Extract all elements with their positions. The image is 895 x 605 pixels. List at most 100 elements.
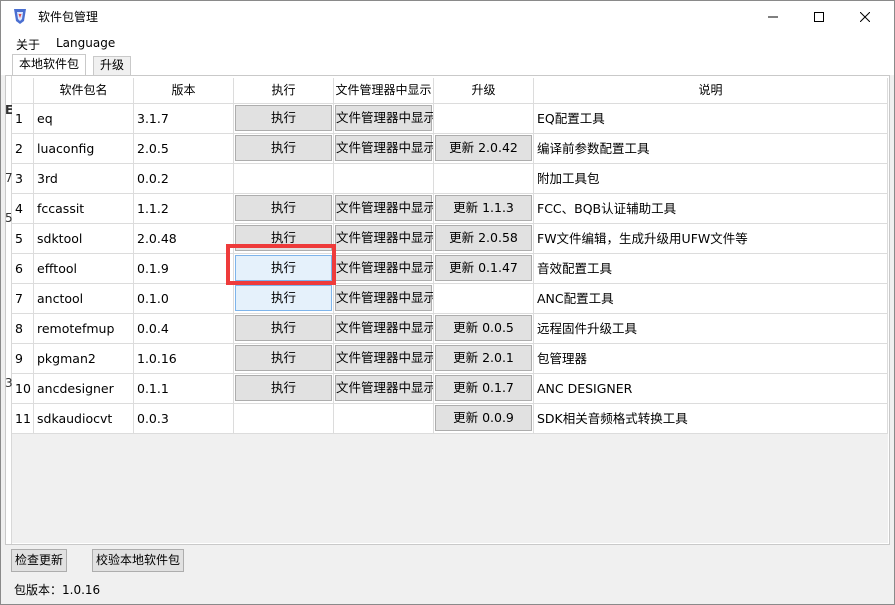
table-cell-upgrade bbox=[434, 164, 534, 194]
row-number: 2 bbox=[12, 134, 34, 164]
table-cell-description: 音效配置工具 bbox=[534, 254, 888, 284]
table-cell-description: SDK相关音频格式转换工具 bbox=[534, 404, 888, 434]
close-button[interactable] bbox=[842, 1, 888, 32]
maximize-button[interactable] bbox=[796, 1, 842, 32]
explorer-button[interactable]: 文件管理器中显示 bbox=[335, 195, 433, 221]
packages-table: 软件包名 版本 执行 文件管理器中显示 升级 说明 1 eq 3.1.7 执行 文件管理器中显示 EQ… bbox=[12, 78, 888, 543]
table-cell-upgrade: 更新 2.0.42 bbox=[434, 134, 534, 164]
table-cell-version: 0.0.4 bbox=[134, 314, 234, 344]
exec-button[interactable]: 执行 bbox=[235, 105, 332, 131]
title-bar: 软件包管理 bbox=[1, 1, 894, 32]
table-cell-name: ancdesigner bbox=[34, 374, 134, 404]
explorer-button[interactable]: 文件管理器中显示 bbox=[335, 105, 433, 131]
exec-button[interactable]: 执行 bbox=[235, 135, 332, 161]
upgrade-button[interactable]: 更新 2.0.42 bbox=[435, 135, 532, 161]
upgrade-button[interactable]: 更新 0.1.7 bbox=[435, 375, 532, 401]
table-header-corner bbox=[12, 78, 34, 104]
menu-bar: 关于 Language bbox=[1, 32, 894, 54]
explorer-button[interactable]: 文件管理器中显示 bbox=[335, 315, 433, 341]
table-cell-version: 0.1.0 bbox=[134, 284, 234, 314]
table-cell-exec: 执行 bbox=[234, 284, 334, 314]
table-cell-explorer: 文件管理器中显示 bbox=[334, 344, 434, 374]
table-cell-upgrade: 更新 0.0.5 bbox=[434, 314, 534, 344]
row-number: 7 bbox=[12, 284, 34, 314]
table-cell-version: 3.1.7 bbox=[134, 104, 234, 134]
table-cell-upgrade: 更新 0.0.9 bbox=[434, 404, 534, 434]
column-header-upgrade[interactable]: 升级 bbox=[434, 78, 534, 104]
table-cell-description: EQ配置工具 bbox=[534, 104, 888, 134]
row-number: 5 bbox=[12, 224, 34, 254]
minimize-icon bbox=[768, 16, 778, 17]
row-number: 8 bbox=[12, 314, 34, 344]
explorer-button[interactable]: 文件管理器中显示 bbox=[335, 285, 433, 311]
table-cell-upgrade: 更新 0.1.7 bbox=[434, 374, 534, 404]
column-header-exec[interactable]: 执行 bbox=[234, 78, 334, 104]
verify-local-button[interactable]: 校验本地软件包 bbox=[92, 549, 185, 572]
table-cell-upgrade: 更新 0.1.47 bbox=[434, 254, 534, 284]
upgrade-button[interactable]: 更新 1.1.3 bbox=[435, 195, 532, 221]
table-cell-name: sdkaudiocvt bbox=[34, 404, 134, 434]
window-title: 软件包管理 bbox=[38, 10, 99, 24]
table-cell-name: luaconfig bbox=[34, 134, 134, 164]
tab-upgrade[interactable]: 升级 bbox=[93, 56, 132, 75]
table-cell-version: 0.0.2 bbox=[134, 164, 234, 194]
table-cell-name: fccassit bbox=[34, 194, 134, 224]
app-logo-icon bbox=[11, 7, 29, 25]
table-cell-version: 2.0.5 bbox=[134, 134, 234, 164]
upgrade-button[interactable]: 更新 2.0.58 bbox=[435, 225, 532, 251]
table-cell-exec bbox=[234, 164, 334, 194]
menu-about[interactable]: 关于 bbox=[16, 36, 40, 53]
column-header-description[interactable]: 说明 bbox=[534, 78, 888, 104]
column-header-explorer[interactable]: 文件管理器中显示 bbox=[334, 78, 434, 104]
table-cell-description: 包管理器 bbox=[534, 344, 888, 374]
check-update-button[interactable]: 检查更新 bbox=[11, 549, 68, 572]
table-cell-upgrade: 更新 1.1.3 bbox=[434, 194, 534, 224]
table-cell-name: remotefmup bbox=[34, 314, 134, 344]
table-cell-explorer: 文件管理器中显示 bbox=[334, 104, 434, 134]
table-cell-upgrade: 更新 2.0.1 bbox=[434, 344, 534, 374]
table-cell-explorer: 文件管理器中显示 bbox=[334, 194, 434, 224]
table-cell-version: 1.1.2 bbox=[134, 194, 234, 224]
table-cell-explorer bbox=[334, 164, 434, 194]
upgrade-button[interactable]: 更新 0.0.9 bbox=[435, 405, 532, 431]
table-cell-upgrade bbox=[434, 104, 534, 134]
row-number: 6 bbox=[12, 254, 34, 284]
explorer-button[interactable]: 文件管理器中显示 bbox=[335, 345, 433, 371]
table-cell-description: ANC配置工具 bbox=[534, 284, 888, 314]
explorer-button[interactable]: 文件管理器中显示 bbox=[335, 255, 433, 281]
exec-button[interactable]: 执行 bbox=[235, 285, 332, 311]
row-number: 9 bbox=[12, 344, 34, 374]
table-cell-upgrade: 更新 2.0.58 bbox=[434, 224, 534, 254]
tab-panel: E 7 5 3 软件包名 版本 执行 文件管理器中显示 升级 说明 1 eq 3.1.7 执行 文件… bbox=[5, 75, 890, 545]
menu-language[interactable]: Language bbox=[56, 36, 115, 50]
table-cell-name: efftool bbox=[34, 254, 134, 284]
column-header-version[interactable]: 版本 bbox=[134, 78, 234, 104]
column-header-name[interactable]: 软件包名 bbox=[34, 78, 134, 104]
highlight-box bbox=[226, 244, 336, 285]
upgrade-button[interactable]: 更新 0.1.47 bbox=[435, 255, 532, 281]
table-cell-exec: 执行 bbox=[234, 194, 334, 224]
upgrade-button[interactable]: 更新 0.0.5 bbox=[435, 315, 532, 341]
exec-button[interactable]: 执行 bbox=[235, 315, 332, 341]
table-cell-description: FW文件编辑，生成升级用UFW文件等 bbox=[534, 224, 888, 254]
table-cell-explorer: 文件管理器中显示 bbox=[334, 254, 434, 284]
exec-button[interactable]: 执行 bbox=[235, 345, 332, 371]
exec-button[interactable]: 执行 bbox=[235, 375, 332, 401]
app-window: 软件包管理 关于 Language 本地软件包 升级 E 7 5 3 软件包名版… bbox=[0, 0, 895, 605]
table-cell-explorer: 文件管理器中显示 bbox=[334, 314, 434, 344]
explorer-button[interactable]: 文件管理器中显示 bbox=[335, 135, 433, 161]
explorer-button[interactable]: 文件管理器中显示 bbox=[335, 375, 433, 401]
table-cell-explorer: 文件管理器中显示 bbox=[334, 224, 434, 254]
table-cell-description: ANC DESIGNER bbox=[534, 374, 888, 404]
upgrade-button[interactable]: 更新 2.0.1 bbox=[435, 345, 532, 371]
table-cell-version: 1.0.16 bbox=[134, 344, 234, 374]
exec-button[interactable]: 执行 bbox=[235, 195, 332, 221]
explorer-button[interactable]: 文件管理器中显示 bbox=[335, 225, 433, 251]
minimize-button[interactable] bbox=[750, 1, 796, 32]
table-cell-exec: 执行 bbox=[234, 314, 334, 344]
maximize-icon bbox=[814, 11, 824, 22]
package-version-status: 包版本：1.0.16 bbox=[14, 583, 101, 597]
tab-local-packages[interactable]: 本地软件包 bbox=[12, 54, 87, 75]
table-cell-upgrade bbox=[434, 284, 534, 314]
table-cell-exec: 执行 bbox=[234, 344, 334, 374]
